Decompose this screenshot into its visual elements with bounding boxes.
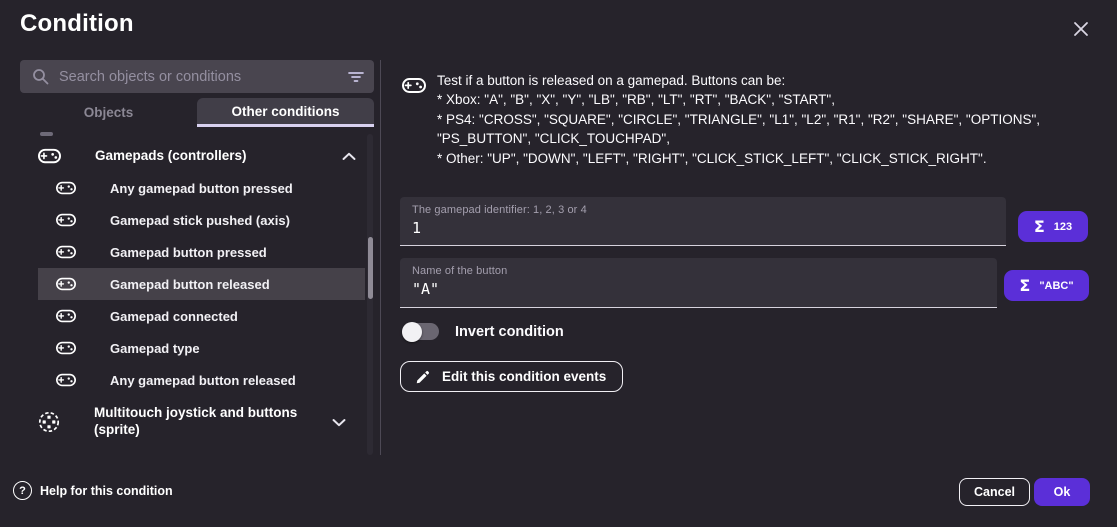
filter-icon [348, 70, 364, 84]
list-item-label: Gamepad button released [110, 277, 270, 292]
gamepad-identifier-field: The gamepad identifier: 1, 2, 3 or 4 [400, 197, 1006, 246]
pencil-icon [415, 369, 431, 385]
search-box [20, 60, 374, 93]
group-gamepads[interactable]: Gamepads (controllers) [20, 140, 374, 172]
ok-button[interactable]: Ok [1034, 478, 1090, 506]
close-icon [1072, 20, 1090, 38]
list-item-label: Gamepad button pressed [110, 245, 267, 260]
group-label: Gamepads (controllers) [95, 148, 342, 165]
gamepad-icon [56, 277, 76, 291]
expression-builder-number-button[interactable]: Σ 123 [1018, 211, 1088, 242]
sigma-icon: Σ [1019, 276, 1030, 295]
chevron-up-icon [342, 152, 356, 161]
multitouch-joystick-icon [38, 411, 60, 433]
gamepad-icon [56, 213, 76, 227]
tab-objects[interactable]: Objects [20, 98, 197, 127]
field-label: Name of the button [412, 265, 985, 277]
list-item-gamepad-connected[interactable]: Gamepad connected [38, 300, 365, 332]
panel-divider [380, 60, 381, 455]
list-item-label: Gamepad stick pushed (axis) [110, 213, 290, 228]
expression-type-label: "ABC" [1039, 280, 1073, 292]
gamepad-icon [56, 309, 76, 323]
filter-button[interactable] [348, 70, 364, 84]
close-button[interactable] [1064, 12, 1098, 46]
help-for-condition-link[interactable]: ? Help for this condition [13, 481, 173, 500]
condition-description: Test if a button is released on a gamepa… [437, 71, 1097, 168]
button-name-input[interactable] [412, 280, 985, 298]
group-label: Multitouch joystick and buttons (sprite) [94, 405, 332, 439]
sidebar-tabs: Objects Other conditions [20, 98, 374, 127]
button-name-field: Name of the button [400, 258, 997, 308]
gamepad-icon [56, 373, 76, 387]
page-title: Condition [20, 10, 134, 38]
list-item-gamepad-button-released[interactable]: Gamepad button released [38, 268, 365, 300]
cancel-button[interactable]: Cancel [959, 478, 1030, 506]
gamepad-icon [56, 341, 76, 355]
list-item-gamepad-type[interactable]: Gamepad type [38, 332, 365, 364]
search-icon [32, 68, 49, 85]
list-item-any-gamepad-button-released[interactable]: Any gamepad button released [38, 364, 365, 396]
gamepad-icon [56, 245, 76, 259]
gamepad-icon [38, 148, 61, 164]
list-item-gamepad-button-pressed[interactable]: Gamepad button pressed [38, 236, 365, 268]
list-item-label: Gamepad type [110, 341, 200, 356]
list-item-gamepad-stick-pushed[interactable]: Gamepad stick pushed (axis) [38, 204, 365, 236]
list-item-label: Gamepad connected [110, 309, 238, 324]
gamepad-icon [56, 181, 76, 195]
gamepad-icon [402, 77, 426, 99]
list-item-any-gamepad-button-pressed[interactable]: Any gamepad button pressed [38, 172, 365, 204]
expression-builder-string-button[interactable]: Σ "ABC" [1004, 270, 1089, 301]
search-input[interactable] [59, 69, 348, 85]
invert-condition-label: Invert condition [455, 324, 564, 340]
invert-condition-toggle[interactable] [402, 323, 439, 340]
field-label: The gamepad identifier: 1, 2, 3 or 4 [412, 204, 994, 216]
toggle-knob [402, 322, 422, 342]
group-multitouch-joystick[interactable]: Multitouch joystick and buttons (sprite) [20, 396, 374, 448]
sigma-icon: Σ [1034, 217, 1045, 236]
clipped-list-item [40, 132, 53, 136]
edit-condition-events-button[interactable]: Edit this condition events [400, 361, 623, 392]
list-item-label: Any gamepad button released [110, 373, 296, 388]
scrollbar-thumb[interactable] [368, 237, 373, 299]
help-label: Help for this condition [40, 484, 173, 498]
help-icon: ? [13, 481, 32, 500]
edit-button-label: Edit this condition events [442, 369, 606, 384]
expression-type-label: 123 [1054, 221, 1072, 233]
chevron-down-icon [332, 418, 346, 427]
tab-other-conditions[interactable]: Other conditions [197, 98, 374, 127]
gamepad-identifier-input[interactable] [412, 219, 994, 237]
list-item-label: Any gamepad button pressed [110, 181, 293, 196]
